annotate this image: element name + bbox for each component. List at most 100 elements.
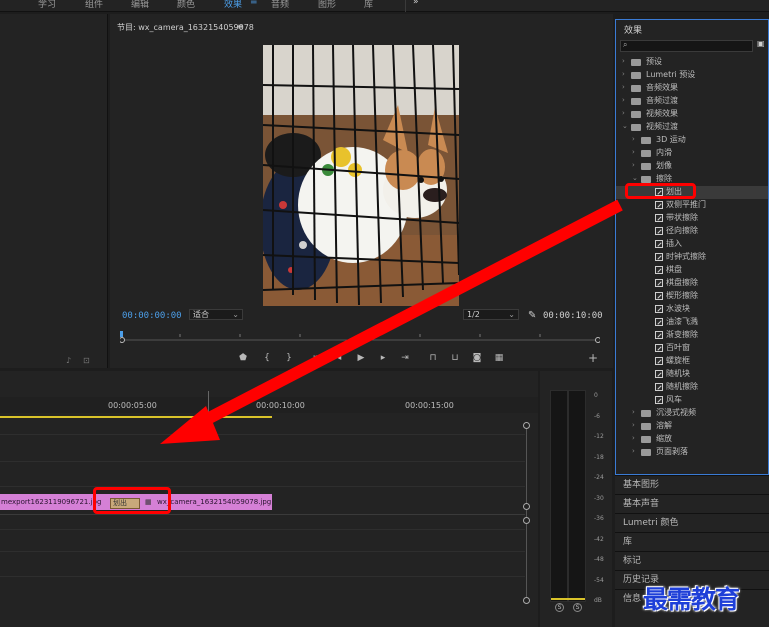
effects-folder[interactable]: › 划像 xyxy=(616,160,768,173)
chevron-down-icon[interactable]: ⌄ xyxy=(622,122,628,130)
panel-menu-icon[interactable]: ≡ xyxy=(237,22,244,31)
go-to-out-icon[interactable]: ⇥ xyxy=(398,353,412,363)
effects-item[interactable]: 棋盘擦除 xyxy=(616,277,768,290)
mark-out-icon[interactable]: } xyxy=(282,353,296,363)
folder-icon xyxy=(631,85,641,92)
chevron-right-icon[interactable]: › xyxy=(632,434,635,442)
effects-search-input[interactable]: ⌕ xyxy=(620,40,753,52)
effects-folder[interactable]: › 溶解 xyxy=(616,420,768,433)
chevron-right-icon[interactable]: › xyxy=(622,83,625,91)
effects-folder[interactable]: › 沉浸式视频 xyxy=(616,407,768,420)
workspace-tab-effects[interactable]: 效果 xyxy=(224,0,242,10)
chevron-right-icon[interactable]: › xyxy=(622,70,625,78)
lift-icon[interactable]: ⊓ xyxy=(426,353,440,363)
workspace-bar: 学习 组件 编辑 颜色 效果 ≡ 音频 图形 库 » xyxy=(0,0,769,12)
chevron-right-icon[interactable]: › xyxy=(632,161,635,169)
transition-icon xyxy=(655,214,663,222)
panel-lumetri-color[interactable]: Lumetri 颜色 xyxy=(615,513,769,532)
chevron-right-icon[interactable]: › xyxy=(632,421,635,429)
extract-icon[interactable]: ⊔ xyxy=(448,353,462,363)
new-bin-icon[interactable]: ▣ xyxy=(757,39,765,48)
effects-item-label: 油漆飞溅 xyxy=(666,317,698,326)
effects-item[interactable]: 随机擦除 xyxy=(616,381,768,394)
fit-dropdown[interactable]: 适合 ⌄ xyxy=(189,309,243,320)
workspace-tab-assembly[interactable]: 组件 xyxy=(85,0,103,10)
workspace-menu-icon[interactable]: ≡ xyxy=(250,0,258,7)
effects-item[interactable]: 径向擦除 xyxy=(616,225,768,238)
effects-panel-title[interactable]: 效果 xyxy=(624,23,642,36)
workspace-tab-graphics[interactable]: 图形 xyxy=(318,0,336,10)
add-button-icon[interactable]: + xyxy=(586,351,600,365)
chevron-down-icon[interactable]: ⌄ xyxy=(632,174,638,182)
effects-folder[interactable]: › 内滑 xyxy=(616,147,768,160)
export-frame-icon[interactable]: ⊡ xyxy=(83,356,90,365)
transition-icon xyxy=(655,357,663,365)
effects-folder[interactable]: › 缩放 xyxy=(616,433,768,446)
wrench-icon[interactable]: ✎ xyxy=(528,310,536,321)
effects-item[interactable]: 带状擦除 xyxy=(616,212,768,225)
chevron-right-icon[interactable]: › xyxy=(632,447,635,455)
chevron-right-icon[interactable]: › xyxy=(632,148,635,156)
chevron-right-icon[interactable]: › xyxy=(622,57,625,65)
step-forward-icon[interactable]: ▸ xyxy=(376,353,390,363)
effects-item[interactable]: 风车 xyxy=(616,394,768,407)
go-to-in-icon[interactable]: ⇤ xyxy=(310,353,324,363)
effects-item[interactable]: 插入 xyxy=(616,238,768,251)
solo-left-button[interactable]: S xyxy=(555,603,564,612)
effects-item[interactable]: 螺旋框 xyxy=(616,355,768,368)
effects-folder[interactable]: › 预设 xyxy=(616,56,768,69)
chevron-right-icon[interactable]: › xyxy=(622,109,625,117)
effects-folder[interactable]: › 音频过渡 xyxy=(616,95,768,108)
effects-item[interactable]: 双侧平推门 xyxy=(616,199,768,212)
effects-item-label: 时钟式擦除 xyxy=(666,252,706,261)
workspace-tab-editing[interactable]: 编辑 xyxy=(131,0,149,10)
effects-item[interactable]: 楔形擦除 xyxy=(616,290,768,303)
effects-item[interactable]: 棋盘 xyxy=(616,264,768,277)
mark-in-icon[interactable]: { xyxy=(260,353,274,363)
effects-item[interactable]: 时钟式擦除 xyxy=(616,251,768,264)
chevron-right-icon[interactable]: › xyxy=(622,96,625,104)
panel-essential-graphics[interactable]: 基本图形 xyxy=(615,475,769,494)
solo-right-button[interactable]: S xyxy=(573,603,582,612)
effects-item[interactable]: 随机块 xyxy=(616,368,768,381)
scroll-handle[interactable] xyxy=(523,503,530,510)
work-area-bar[interactable] xyxy=(0,416,272,418)
comparison-view-icon[interactable]: ▦ xyxy=(492,353,506,363)
resolution-dropdown[interactable]: 1/2 ⌄ xyxy=(463,309,519,320)
add-marker-icon[interactable]: ⬟ xyxy=(236,353,250,363)
scroll-handle[interactable] xyxy=(523,517,530,524)
panel-libraries[interactable]: 库 xyxy=(615,532,769,551)
effects-item[interactable]: 水波块 xyxy=(616,303,768,316)
export-frame-icon[interactable]: ◙ xyxy=(470,353,484,363)
effects-panel: 效果 ⌕ ▣ › 预设 › Lumetri 预设 › 音频效果 › 音频过渡 › 视频效果 ⌄ 视频过… xyxy=(615,19,769,475)
workspace-tab-learning[interactable]: 学习 xyxy=(38,0,56,10)
effects-folder[interactable]: ⌄ 视频过渡 xyxy=(616,121,768,134)
program-current-timecode[interactable]: 00:00:00:00 xyxy=(122,311,182,321)
program-monitor-title[interactable]: 节目: wx_camera_1632154059078 xyxy=(117,22,254,33)
effects-item[interactable]: 百叶窗 xyxy=(616,342,768,355)
timeline-scrollbar[interactable] xyxy=(526,423,527,603)
scroll-handle[interactable] xyxy=(523,422,530,429)
workspace-tab-color[interactable]: 颜色 xyxy=(177,0,195,10)
panel-markers[interactable]: 标记 xyxy=(615,551,769,570)
workspace-tab-audio[interactable]: 音频 xyxy=(271,0,289,10)
program-scrubber[interactable] xyxy=(120,331,600,343)
chevron-right-icon[interactable]: › xyxy=(632,135,635,143)
audio-icon[interactable]: ♪ xyxy=(66,356,71,365)
effects-folder[interactable]: › 3D 运动 xyxy=(616,134,768,147)
scroll-handle[interactable] xyxy=(523,597,530,604)
timeline-ruler[interactable]: 00:00:05:00 00:00:10:00 00:00:15:00 xyxy=(0,397,538,413)
effects-folder[interactable]: › 视频效果 xyxy=(616,108,768,121)
workspace-overflow-icon[interactable]: » xyxy=(413,0,419,7)
panel-essential-sound[interactable]: 基本声音 xyxy=(615,494,769,513)
effects-tree: › 预设 › Lumetri 预设 › 音频效果 › 音频过渡 › 视频效果 ⌄ 视频过渡 › 3D 运动… xyxy=(616,56,768,466)
chevron-right-icon[interactable]: › xyxy=(632,408,635,416)
effects-folder[interactable]: › 页面剥落 xyxy=(616,446,768,459)
step-back-icon[interactable]: ◂ xyxy=(332,353,346,363)
effects-folder[interactable]: › Lumetri 预设 xyxy=(616,69,768,82)
effects-folder[interactable]: › 音频效果 xyxy=(616,82,768,95)
effects-item[interactable]: 渐变擦除 xyxy=(616,329,768,342)
workspace-tab-libraries[interactable]: 库 xyxy=(364,0,373,10)
play-icon[interactable]: ▶ xyxy=(354,353,368,363)
effects-item[interactable]: 油漆飞溅 xyxy=(616,316,768,329)
